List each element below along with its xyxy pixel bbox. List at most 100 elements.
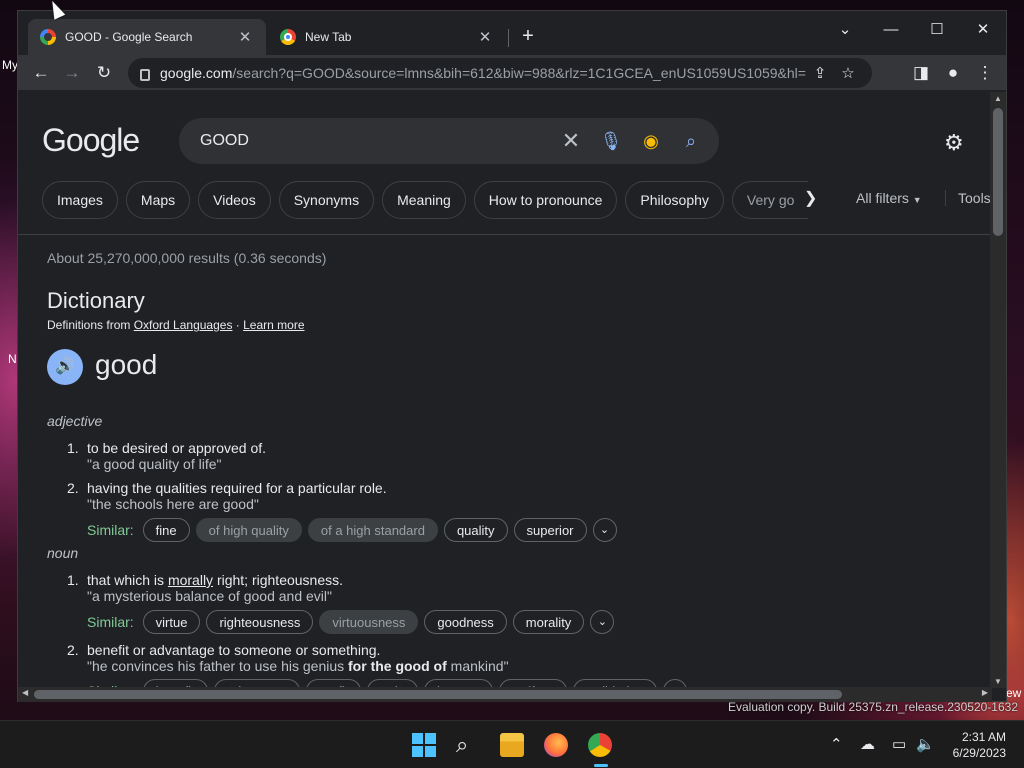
reload-icon[interactable]: ↻ (91, 60, 117, 86)
definition-number: 2. (67, 480, 79, 496)
close-tab-icon[interactable]: ✕ (236, 28, 254, 46)
definition-item: 2. benefit or advantage to someone or som… (67, 642, 380, 658)
tab-search-icon[interactable]: ⌄ (822, 17, 868, 45)
similar-chip[interactable]: virtuousness (319, 610, 419, 634)
chip-synonyms[interactable]: Synonyms (278, 181, 375, 219)
profile-icon[interactable]: ● (940, 60, 966, 86)
desktop-icon-label[interactable]: My (2, 58, 18, 72)
display-icon[interactable]: ▭ (892, 735, 906, 753)
evaluation-watermark: Evaluation copy. Build 25375.zn_release.… (728, 700, 1018, 714)
chip-philosophy[interactable]: Philosophy (625, 181, 724, 219)
scroll-left-icon[interactable]: ◀ (22, 688, 28, 697)
similar-chip[interactable]: morality (512, 610, 585, 634)
scroll-thumb[interactable] (34, 690, 842, 699)
google-logo[interactable]: Google (42, 122, 140, 159)
similar-chip[interactable]: quality (443, 518, 508, 542)
similar-chip[interactable]: righteousness (206, 610, 314, 634)
bookmark-star-icon[interactable]: ☆ (834, 64, 862, 82)
chrome-icon[interactable] (588, 733, 612, 757)
vertical-scrollbar[interactable]: ▲ ▼ (990, 92, 1006, 688)
search-icon[interactable]: ⌕ (456, 733, 480, 757)
speaker-icon[interactable]: 🔊 (47, 349, 83, 385)
similar-label: Similar: (87, 614, 134, 630)
similar-chip[interactable]: goodness (424, 610, 507, 634)
all-filters-label: All filters (856, 190, 909, 206)
tab-separator (508, 29, 509, 47)
similar-words: Similar: fine of high quality of a high … (87, 518, 617, 542)
chevron-down-icon[interactable]: ⌄ (590, 610, 615, 634)
new-tab-button[interactable]: + (516, 25, 540, 49)
lock-icon[interactable] (140, 69, 150, 81)
similar-chip[interactable]: fine (142, 518, 190, 542)
learn-more-link[interactable]: Learn more (243, 318, 304, 332)
similar-chip[interactable]: superior (513, 518, 587, 542)
definition-number: 1. (67, 572, 79, 588)
side-panel-icon[interactable]: ◨ (908, 60, 934, 86)
url-host: google.com (160, 65, 233, 81)
windows-start-icon[interactable] (412, 733, 436, 757)
search-box[interactable]: GOOD ✕ 🎙 ◉ ⌕ (179, 118, 719, 164)
scroll-down-icon[interactable]: ▼ (990, 677, 1006, 686)
share-icon[interactable]: ⇪ (806, 64, 834, 82)
minimize-button[interactable]: — (868, 17, 914, 45)
search-icon[interactable]: ⌕ (671, 131, 711, 152)
chip-videos[interactable]: Videos (198, 181, 271, 219)
part-of-speech: adjective (47, 413, 103, 429)
chip-very-good[interactable]: Very go (731, 181, 808, 219)
close-tab-icon[interactable]: ✕ (476, 28, 494, 46)
definition-text: that which is (87, 572, 168, 588)
definition-example: "he convinces his father to use his geni… (87, 658, 509, 674)
chevron-down-icon[interactable]: ⌄ (592, 518, 617, 542)
url-text[interactable]: google.com/search?q=GOOD&source=lmns&bih… (160, 65, 806, 81)
clear-icon[interactable]: ✕ (551, 128, 591, 154)
similar-chip[interactable]: of high quality (195, 518, 302, 542)
similar-words: Similar: virtue righteousness virtuousne… (87, 610, 615, 634)
lens-icon[interactable]: ◉ (631, 131, 671, 152)
scroll-right-icon[interactable]: ▶ (982, 688, 988, 697)
firefox-icon[interactable] (544, 733, 568, 757)
definition-text: having the qualities required for a part… (87, 480, 387, 496)
menu-kebab-icon[interactable]: ⋮ (972, 60, 998, 86)
desktop-icon-label[interactable]: ew (1006, 686, 1021, 700)
definitions-source: Definitions from Oxford Languages · Lear… (47, 318, 305, 332)
chevron-up-icon[interactable]: ⌃ (830, 735, 843, 753)
microphone-icon[interactable]: 🎙 (591, 131, 631, 152)
chip-images[interactable]: Images (42, 181, 118, 219)
chip-meaning[interactable]: Meaning (382, 181, 466, 219)
settings-gear-icon[interactable]: ⚙ (944, 130, 964, 156)
address-bar[interactable]: google.com/search?q=GOOD&source=lmns&bih… (128, 58, 872, 88)
search-chips: Images Maps Videos Synonyms Meaning How … (42, 181, 808, 219)
definition-example: "a good quality of life" (87, 456, 222, 472)
similar-chip[interactable]: virtue (142, 610, 201, 634)
tools-button[interactable]: Tools (945, 190, 990, 206)
network-icon[interactable]: ☁ (860, 735, 875, 753)
scroll-up-icon[interactable]: ▲ (990, 94, 1006, 103)
definition-text: to be desired or approved of. (87, 440, 267, 456)
maximize-button[interactable]: ☐ (914, 17, 960, 45)
dictionary-heading: Dictionary (47, 288, 145, 313)
morally-link[interactable]: morally (168, 572, 213, 588)
tab-google-search[interactable]: GOOD - Google Search ✕ (28, 19, 266, 55)
back-icon[interactable]: ← (28, 60, 54, 86)
chip-how-to-pronounce[interactable]: How to pronounce (473, 181, 618, 219)
search-input[interactable]: GOOD (200, 132, 551, 150)
chevron-right-icon[interactable]: ❯ (804, 188, 817, 208)
horizontal-scrollbar[interactable]: ◀ ▶ (18, 687, 992, 702)
desktop-icon-label[interactable]: N (8, 352, 17, 366)
source-separator: · (232, 318, 244, 332)
oxford-languages-link[interactable]: Oxford Languages (134, 318, 233, 332)
system-clock[interactable]: 2:31 AM 6/29/2023 (953, 729, 1006, 761)
volume-icon[interactable]: 🔈 (916, 735, 935, 753)
file-explorer-icon[interactable] (500, 733, 524, 757)
scroll-thumb[interactable] (993, 108, 1003, 236)
clock-time: 2:31 AM (961, 730, 1006, 744)
divider (18, 234, 990, 235)
similar-chip[interactable]: of a high standard (307, 518, 438, 542)
close-window-button[interactable]: ✕ (960, 17, 1006, 45)
forward-icon[interactable]: → (59, 60, 85, 86)
clock-date: 6/29/2023 (952, 746, 1006, 760)
chip-maps[interactable]: Maps (125, 181, 191, 219)
tab-strip: GOOD - Google Search ✕ New Tab ✕ + ⌄ — ☐… (18, 11, 1006, 55)
all-filters-button[interactable]: All filters ▼ (856, 190, 922, 206)
tab-new-tab[interactable]: New Tab ✕ (268, 19, 506, 55)
